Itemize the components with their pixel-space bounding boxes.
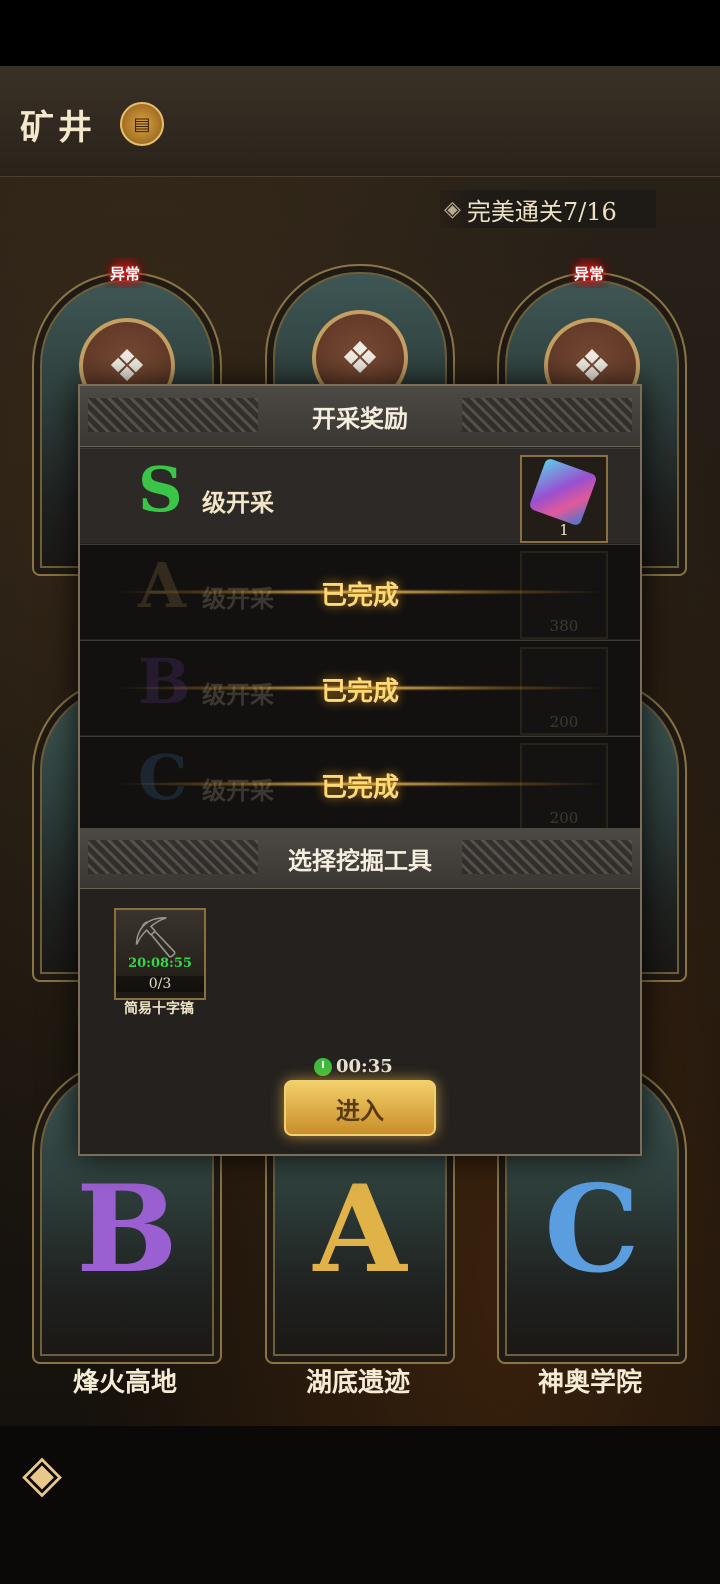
entry-countdown: 00:35: [314, 1056, 393, 1077]
countdown-value: 00:35: [336, 1056, 393, 1077]
completed-label: 已完成: [320, 581, 399, 611]
grade-b-letter: B: [76, 1159, 178, 1300]
knot-ornament: [88, 398, 258, 432]
enter-button[interactable]: 进入: [284, 1080, 436, 1136]
reward-row-b: B 级开采 200 已完成: [80, 640, 640, 735]
diamond-icon: ◈: [444, 196, 461, 222]
bottom-bar: [0, 1426, 720, 1584]
grade-a-letter: A: [313, 1159, 407, 1300]
knot-ornament: [462, 398, 632, 432]
abnormal-badge: 异常: [567, 258, 611, 288]
completed-label: 已完成: [320, 773, 399, 803]
page-title: 矿井: [20, 108, 96, 148]
item-count: 380: [549, 617, 579, 635]
abnormal-badge: 异常: [103, 258, 147, 288]
perfect-clear-progress: ◈ 完美通关7/16: [440, 190, 656, 228]
completed-label: 已完成: [320, 677, 399, 707]
scroll-icon[interactable]: ▤: [120, 102, 164, 146]
mining-reward-dialog: 开采奖励 S 级开采 1 A 级开采 380 已完成 B 级开采 200 已完成: [78, 384, 642, 1156]
tool-count: 0/3: [116, 976, 204, 992]
tool-section-header: 选择挖掘工具: [80, 828, 640, 889]
perfect-clear-label: 完美通关7/16: [466, 197, 617, 226]
reward-row-a: A 级开采 380 已完成: [80, 544, 640, 639]
dialog-title: 开采奖励: [312, 403, 408, 433]
item-count: 200: [549, 809, 579, 827]
dialog-header: 开采奖励: [80, 386, 640, 447]
card-label-b: 烽火高地: [72, 1368, 177, 1398]
tool-section-title: 选择挖掘工具: [288, 845, 432, 875]
tool-name: 简易十字镐: [124, 1001, 194, 1017]
reward-row-c: C 级开采 200 已完成: [80, 736, 640, 831]
grade-c-letter: C: [544, 1159, 640, 1300]
gem-icon: [528, 457, 598, 527]
pickaxe-icon: ⛏: [130, 915, 181, 961]
item-count: 1: [559, 521, 569, 539]
tool-timer: 20:08:55: [128, 956, 192, 971]
knot-ornament: [462, 840, 632, 874]
reward-item-slot[interactable]: 1: [520, 455, 608, 543]
item-count: 200: [549, 713, 579, 731]
guild-emblem-icon[interactable]: ◈: [22, 1444, 92, 1504]
reward-label: 级开采: [202, 488, 274, 517]
stopwatch-icon: [314, 1057, 332, 1076]
header-bar: [0, 66, 720, 177]
pickaxe-tool-slot[interactable]: ⛏ 20:08:55 0/3: [114, 908, 206, 1000]
card-label-c: 神奥学院: [537, 1368, 642, 1398]
reward-row-s: S 级开采 1: [80, 448, 640, 543]
card-label-a: 湖底遗迹: [305, 1368, 410, 1398]
grade-s-letter: S: [138, 453, 183, 526]
knot-ornament: [88, 840, 258, 874]
